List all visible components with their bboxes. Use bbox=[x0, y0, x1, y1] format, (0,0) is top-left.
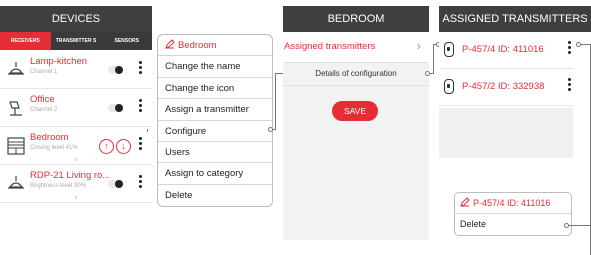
connector-line bbox=[147, 129, 148, 132]
device-status: Channel 1 bbox=[30, 69, 58, 75]
power-toggle[interactable] bbox=[108, 180, 123, 188]
devices-title: DEVICES bbox=[0, 6, 152, 32]
transmitter-menu-header: P-457/4 ID: 411016 bbox=[455, 193, 571, 214]
bedroom-panel: BEDROOM Assigned transmitters › Details … bbox=[283, 6, 429, 240]
more-options-icon[interactable] bbox=[138, 61, 142, 79]
menu-item-users[interactable]: Users bbox=[158, 142, 272, 164]
connector-line bbox=[275, 73, 276, 130]
device-row-rdp-21[interactable]: RDP-21 Living ro... Brightness level 30%… bbox=[0, 165, 152, 203]
device-status: Closing level 41% bbox=[30, 145, 78, 151]
device-name: RDP-21 Living ro... bbox=[30, 170, 111, 181]
empty-area bbox=[439, 108, 573, 158]
menu-header: Bedroom bbox=[158, 35, 272, 57]
more-options-icon[interactable] bbox=[567, 78, 571, 96]
menu-item-assign-category[interactable]: Assign to category bbox=[158, 163, 272, 185]
transmitter-context-menu: P-457/4 ID: 411016 Delete bbox=[454, 192, 572, 236]
device-tabs: RECEIVERS TRANSMITTER S SENSORS bbox=[0, 32, 152, 50]
lamp-icon bbox=[8, 176, 24, 189]
more-options-icon[interactable] bbox=[138, 175, 142, 193]
assigned-transmitters-label: Assigned transmitters bbox=[284, 41, 376, 52]
transmitter-name: P-457/4 ID: 411016 bbox=[462, 44, 544, 55]
tab-transmitters[interactable]: TRANSMITTER S bbox=[51, 32, 102, 50]
blinds-icon bbox=[7, 137, 25, 155]
transmitter-menu-header-label: P-457/4 ID: 411016 bbox=[473, 198, 551, 208]
details-config-label: Details of configuration bbox=[315, 69, 397, 78]
bedroom-title: BEDROOM bbox=[283, 6, 429, 32]
more-options-icon[interactable] bbox=[138, 99, 142, 117]
chevron-down-icon: ∨ bbox=[74, 195, 79, 201]
more-options-icon[interactable] bbox=[138, 137, 142, 155]
desk-lamp-icon bbox=[9, 101, 22, 116]
chevron-down-icon: ∨ bbox=[74, 157, 79, 163]
menu-item-delete[interactable]: Delete bbox=[158, 185, 272, 206]
tab-sensors[interactable]: SENSORS bbox=[101, 32, 152, 50]
menu-item-change-name[interactable]: Change the name bbox=[158, 56, 272, 78]
device-name: Office bbox=[30, 94, 55, 105]
menu-item-assign-transmitter[interactable]: Assign a transmitter bbox=[158, 99, 272, 121]
transmitter-name: P-457/2 ID: 332938 bbox=[462, 81, 545, 92]
menu-header-label: Bedroom bbox=[178, 40, 217, 51]
device-row-office[interactable]: Office Channel 2 bbox=[0, 89, 152, 127]
connector-line bbox=[569, 225, 590, 226]
assigned-title: ASSIGNED TRANSMITTERS bbox=[439, 6, 591, 32]
lamp-icon bbox=[8, 62, 24, 75]
device-status: Brightness level 30% bbox=[30, 183, 87, 189]
device-row-bedroom[interactable]: Bedroom Closing level 41% ↑ ↓ ∨ bbox=[0, 127, 152, 165]
menu-item-configure[interactable]: Configure bbox=[158, 121, 272, 142]
assigned-transmitters-row[interactable]: Assigned transmitters › bbox=[283, 32, 429, 63]
save-button[interactable]: SAVE bbox=[332, 101, 378, 121]
devices-panel: DEVICES RECEIVERS TRANSMITTER S SENSORS … bbox=[0, 6, 152, 240]
remote-icon bbox=[444, 79, 454, 94]
details-config-row[interactable]: Details of configuration bbox=[283, 63, 429, 86]
edit-pencil-icon bbox=[165, 39, 175, 49]
close-down-icon[interactable]: ↓ bbox=[116, 139, 131, 154]
edit-pencil-icon bbox=[460, 197, 470, 207]
chevron-right-icon: › bbox=[416, 38, 421, 53]
transmitter-row[interactable]: P-457/4 ID: 411016 bbox=[439, 32, 573, 69]
device-name: Bedroom bbox=[30, 132, 69, 143]
device-row-lamp-kitchen[interactable]: Lamp-kitchen Channel 1 bbox=[0, 51, 152, 89]
power-toggle[interactable] bbox=[108, 104, 123, 112]
device-status: Channel 2 bbox=[30, 107, 58, 113]
menu-item-change-icon[interactable]: Change the icon bbox=[158, 78, 272, 100]
tab-receivers[interactable]: RECEIVERS bbox=[0, 32, 51, 50]
open-up-icon[interactable]: ↑ bbox=[99, 139, 114, 154]
more-options-icon[interactable] bbox=[567, 41, 571, 59]
connector-line bbox=[433, 44, 434, 74]
remote-icon bbox=[444, 42, 454, 57]
device-name: Lamp-kitchen bbox=[30, 56, 88, 67]
power-toggle[interactable] bbox=[108, 66, 123, 74]
transmitter-row[interactable]: P-457/2 ID: 332938 bbox=[439, 69, 573, 106]
device-context-menu: Bedroom Change the name Change the icon … bbox=[157, 34, 273, 207]
menu-item-delete-transmitter[interactable]: Delete bbox=[455, 214, 571, 235]
